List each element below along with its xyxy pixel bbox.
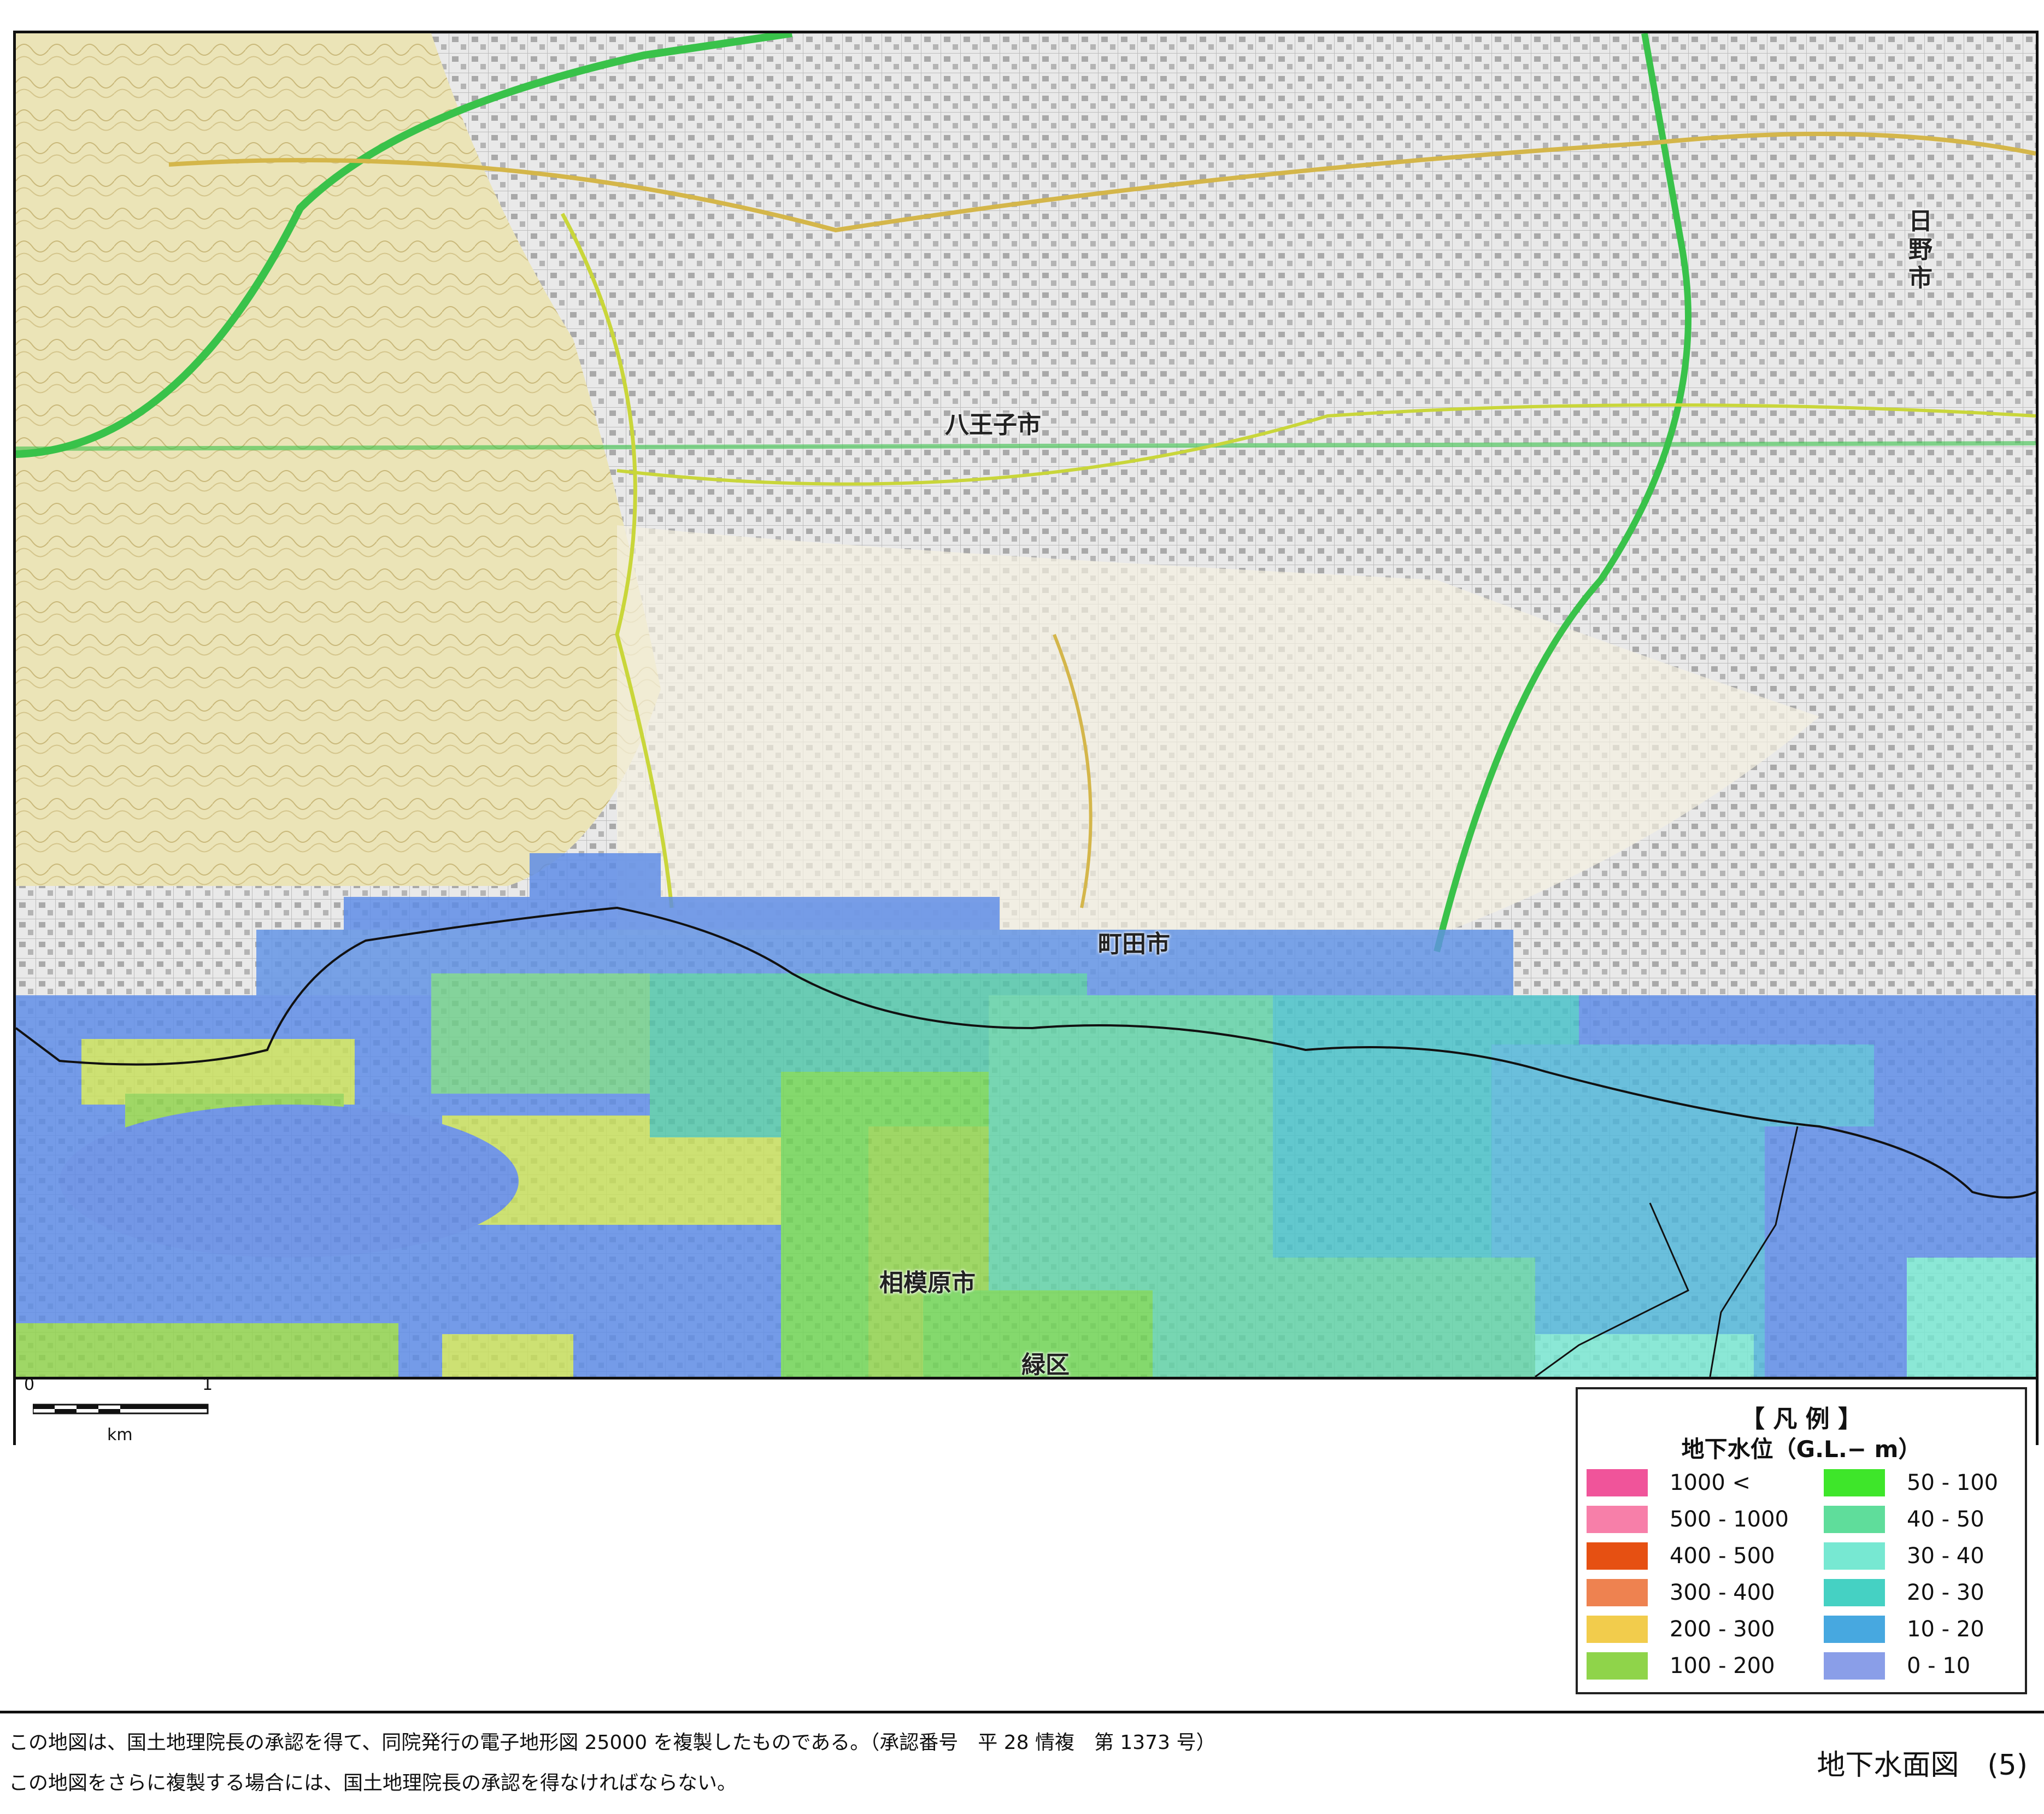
- scale-unit-label: km: [107, 1425, 133, 1445]
- legend-swatch: [1587, 1616, 1648, 1643]
- place-name-machida: 町田市: [1098, 930, 1170, 958]
- legend-swatch: [1587, 1506, 1648, 1533]
- legend-item: 300 - 400: [1587, 1577, 1775, 1608]
- legend-swatch: [1587, 1469, 1648, 1496]
- legend-item: 30 - 40: [1824, 1540, 1984, 1572]
- legend-swatch: [1824, 1542, 1885, 1570]
- legend-item: 200 - 300: [1587, 1613, 1775, 1645]
- map-canvas: [16, 33, 2036, 1377]
- legend-label: 300 - 400: [1670, 1580, 1775, 1605]
- legend-item: 0 - 10: [1824, 1650, 1970, 1682]
- legend-label: 500 - 1000: [1670, 1507, 1789, 1532]
- legend-title: 【 凡 例 】: [1741, 1405, 1862, 1433]
- scale-start-label: 0: [24, 1375, 35, 1394]
- legend-item: 50 - 100: [1824, 1467, 1998, 1499]
- legend-subtitle: 地下水位（G.L.− m）: [1681, 1436, 1922, 1463]
- copyright-note-2: この地図をさらに複製する場合には、国土地理院長の承認を得なければならない。: [9, 1772, 737, 1794]
- legend-label: 400 - 500: [1670, 1543, 1775, 1569]
- legend-label: 20 - 30: [1907, 1580, 1984, 1605]
- legend-swatch: [1587, 1579, 1648, 1606]
- legend-item: 1000 <: [1587, 1467, 1751, 1499]
- legend-swatch: [1587, 1542, 1648, 1570]
- legend-label: 1000 <: [1670, 1470, 1751, 1495]
- legend-label: 100 - 200: [1670, 1653, 1775, 1678]
- legend-item: 100 - 200: [1587, 1650, 1775, 1682]
- legend-item: 20 - 30: [1824, 1577, 1984, 1608]
- legend-swatch: [1824, 1506, 1885, 1533]
- copyright-note-1: この地図は、国土地理院長の承認を得て、同院発行の電子地形図 25000 を複製し…: [9, 1731, 1216, 1754]
- legend-swatch: [1824, 1579, 1885, 1606]
- footer: この地図は、国土地理院長の承認を得て、同院発行の電子地形図 25000 を複製し…: [0, 1711, 2044, 1814]
- legend-swatch: [1824, 1652, 1885, 1680]
- legend-item: 400 - 500: [1587, 1540, 1775, 1572]
- figure-title: 地下水面図 (5): [1817, 1749, 2028, 1782]
- legend-label: 50 - 100: [1907, 1470, 1999, 1495]
- scale-bar: [33, 1404, 209, 1414]
- legend-swatch: [1587, 1652, 1648, 1680]
- place-name-sagamihara: 相模原市: [879, 1269, 976, 1297]
- legend-label: 10 - 20: [1907, 1617, 1984, 1642]
- place-name-hino: 日野市: [1904, 208, 1932, 293]
- legend-label: 40 - 50: [1907, 1507, 1984, 1532]
- legend: 【 凡 例 】 地下水位（G.L.− m） 1000 < 500 - 1000 40…: [1576, 1387, 2027, 1694]
- legend-swatch: [1824, 1616, 1885, 1643]
- place-name-hachioji: 八王子市: [945, 411, 1041, 439]
- map-area: 八王子市 日野市 町田市 相模原市 緑区: [13, 31, 2039, 1379]
- legend-item: 10 - 20: [1824, 1613, 1984, 1645]
- legend-item: 500 - 1000: [1587, 1504, 1789, 1535]
- legend-label: 30 - 40: [1907, 1543, 1984, 1569]
- legend-label: 0 - 10: [1907, 1653, 1971, 1678]
- legend-item: 40 - 50: [1824, 1504, 1984, 1535]
- legend-label: 200 - 300: [1670, 1617, 1775, 1642]
- legend-swatch: [1824, 1469, 1885, 1496]
- scale-end-label: 1: [202, 1375, 213, 1394]
